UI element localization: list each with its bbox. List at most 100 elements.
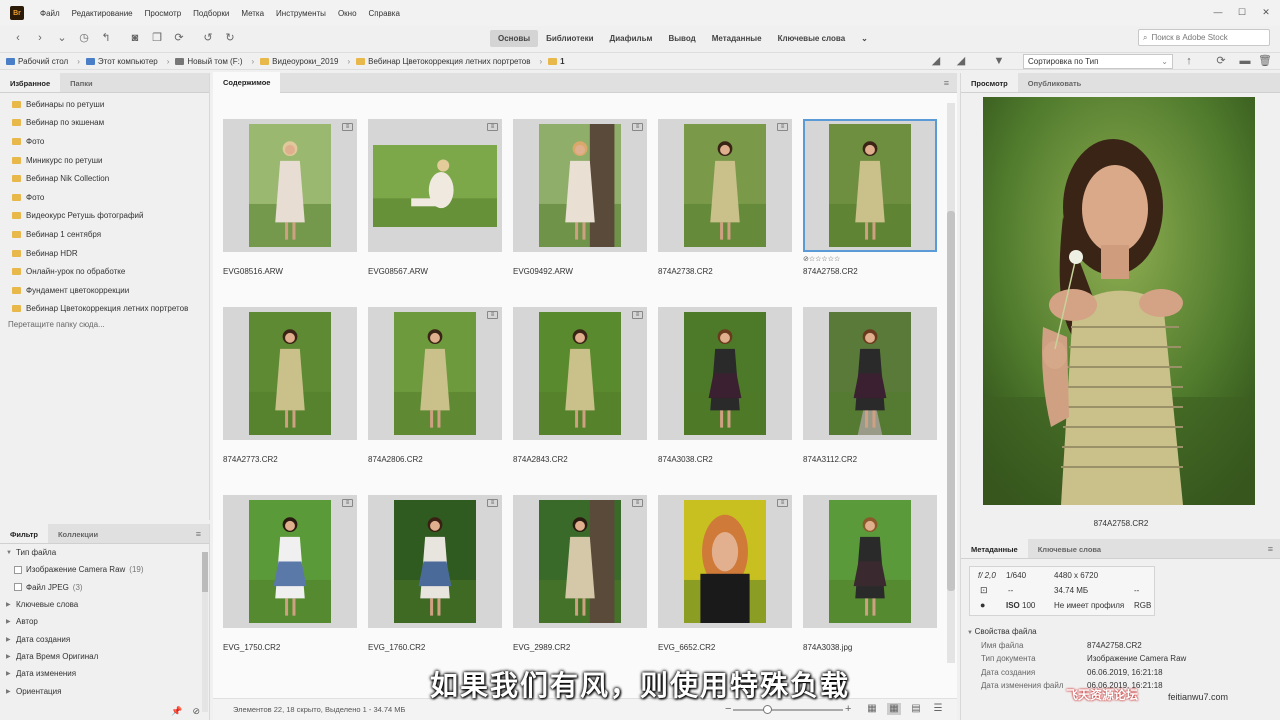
- copy-icon[interactable]: ❐: [149, 30, 165, 46]
- maximize-icon[interactable]: ☐: [1236, 6, 1248, 18]
- panel-menu-icon[interactable]: ≡: [1268, 544, 1273, 554]
- return-icon[interactable]: ↰: [98, 30, 114, 46]
- camera-icon[interactable]: ◙: [127, 30, 143, 46]
- sort-dropdown[interactable]: Сортировка по Тип ⌄: [1023, 54, 1173, 69]
- crumb-drive[interactable]: Новый том (F:) ›: [175, 57, 254, 66]
- rotate-left-icon[interactable]: ↺: [200, 30, 216, 46]
- thumbnail[interactable]: ≡: [513, 495, 647, 628]
- filter-icon[interactable]: ▼: [991, 53, 1007, 69]
- tab-publish[interactable]: Опубликовать: [1018, 73, 1092, 92]
- thumbnail[interactable]: ≡: [368, 119, 502, 252]
- menu-view[interactable]: Просмотр: [145, 9, 182, 18]
- crumb-folder-videos[interactable]: Видеоуроки_2019 ›: [260, 57, 350, 66]
- workspace-filmstrip[interactable]: Диафильм: [602, 30, 661, 47]
- tab-collections[interactable]: Коллекции: [48, 524, 108, 543]
- forward-icon[interactable]: ›: [32, 30, 48, 46]
- grid-lock-icon[interactable]: ▦: [865, 703, 879, 715]
- content-scrollbar[interactable]: [947, 103, 955, 663]
- filter-group[interactable]: ▶ Автор: [0, 613, 209, 630]
- favorite-item[interactable]: Онлайн-урок по обработке: [0, 262, 209, 281]
- thumbnail[interactable]: ≡: [658, 119, 792, 252]
- menu-label[interactable]: Метка: [241, 9, 264, 18]
- zoom-slider-knob[interactable]: [763, 705, 772, 714]
- pin-icon[interactable]: 📌: [171, 706, 182, 717]
- tab-preview[interactable]: Просмотр: [961, 73, 1018, 92]
- thumbnail[interactable]: ≡: [368, 495, 502, 628]
- checkbox[interactable]: [14, 583, 22, 592]
- workspace-metadata[interactable]: Метаданные: [704, 30, 770, 47]
- menu-stacks[interactable]: Подборки: [193, 9, 229, 18]
- tab-filter[interactable]: Фильтр: [0, 524, 48, 543]
- preview-image[interactable]: [983, 97, 1255, 505]
- view-thumbnails-icon[interactable]: ▦: [887, 703, 901, 715]
- tab-metadata[interactable]: Метаданные: [961, 539, 1028, 558]
- favorite-item[interactable]: Миникурс по ретуши: [0, 151, 209, 170]
- favorite-item[interactable]: Вебинар HDR: [0, 244, 209, 263]
- view-details-icon[interactable]: ▤: [909, 703, 923, 715]
- open-recent-icon[interactable]: ⟳: [1213, 53, 1229, 69]
- tab-content[interactable]: Содержимое: [213, 72, 281, 93]
- thumbnail[interactable]: ≡: [223, 495, 357, 628]
- filter-item-jpeg[interactable]: Файл JPEG (3): [0, 579, 209, 596]
- workspace-keywords[interactable]: Ключевые слова: [770, 30, 854, 47]
- favorite-item[interactable]: Вебинар Nik Collection: [0, 169, 209, 188]
- menu-file[interactable]: Файл: [40, 9, 60, 18]
- workspace-essentials[interactable]: Основы: [490, 29, 539, 47]
- scroll-thumb[interactable]: [947, 211, 955, 591]
- workspace-libraries[interactable]: Библиотеки: [538, 30, 601, 47]
- thumbnail[interactable]: ≡: [513, 119, 647, 252]
- menu-tools[interactable]: Инструменты: [276, 9, 326, 18]
- checkbox[interactable]: [14, 565, 22, 574]
- thumbnail[interactable]: [223, 307, 357, 440]
- delete-icon[interactable]: 🗑: [1257, 53, 1273, 69]
- favorite-item[interactable]: Фундамент цветокоррекции: [0, 281, 209, 300]
- menu-window[interactable]: Окно: [338, 9, 357, 18]
- rating-filter-icon[interactable]: ◢: [928, 53, 944, 69]
- thumbnail[interactable]: ≡: [223, 119, 357, 252]
- back-icon[interactable]: ‹: [10, 30, 26, 46]
- clear-filter-icon[interactable]: ⊘: [192, 706, 200, 717]
- workspace-more-icon[interactable]: ⌄: [853, 30, 876, 47]
- thumbnail[interactable]: ≡: [658, 495, 792, 628]
- panel-menu-icon[interactable]: ≡: [944, 78, 949, 88]
- crumb-desktop[interactable]: Рабочий стол ›: [6, 57, 80, 66]
- favorite-item[interactable]: Вебинары по ретуши: [0, 95, 209, 114]
- favorite-item[interactable]: Вебинар Цветокоррекция летних портретов: [0, 300, 209, 319]
- zoom-in-icon[interactable]: +: [845, 703, 851, 715]
- stock-search-input[interactable]: ⌕ Поиск в Adobe Stock: [1138, 29, 1270, 46]
- tab-keywords[interactable]: Ключевые слова: [1028, 539, 1111, 558]
- menu-help[interactable]: Справка: [369, 9, 400, 18]
- filter-group[interactable]: ▶ Ключевые слова: [0, 596, 209, 613]
- close-icon[interactable]: ✕: [1260, 6, 1272, 18]
- crumb-computer[interactable]: Этот компьютер ›: [85, 57, 169, 66]
- filter-item-camera-raw[interactable]: Изображение Camera Raw (19): [0, 561, 209, 578]
- zoom-out-icon[interactable]: −: [725, 703, 731, 715]
- thumbnail[interactable]: ≡: [368, 307, 502, 440]
- quality-filter-icon[interactable]: ◢: [953, 53, 969, 69]
- filter-group[interactable]: ▶ Дата Время Оригинал: [0, 648, 209, 665]
- view-list-icon[interactable]: ☰: [931, 703, 945, 715]
- menu-edit[interactable]: Редактирование: [72, 9, 133, 18]
- favorite-item[interactable]: Фото: [0, 132, 209, 151]
- tab-favorites[interactable]: Избранное: [0, 73, 61, 92]
- recent-icon[interactable]: ◷: [76, 30, 92, 46]
- chevron-down-icon[interactable]: ⌄: [54, 30, 70, 46]
- thumbnail[interactable]: [803, 119, 937, 252]
- zoom-slider[interactable]: [733, 705, 843, 714]
- rotate-right-icon[interactable]: ↻: [222, 30, 238, 46]
- panel-menu-icon[interactable]: ≡: [196, 529, 201, 539]
- refine-icon[interactable]: ⟳: [171, 30, 187, 46]
- favorite-item[interactable]: Фото: [0, 188, 209, 207]
- crumb-folder-webinar[interactable]: Вебинар Цветокоррекция летних портретов ›: [356, 57, 542, 66]
- rating-stars[interactable]: ⊘☆☆☆☆☆: [803, 255, 840, 263]
- tab-folders[interactable]: Папки: [60, 73, 102, 92]
- favorite-item[interactable]: Видеокурс Ретушь фотографий: [0, 207, 209, 226]
- scroll-thumb[interactable]: [202, 552, 208, 592]
- favorite-item[interactable]: Вебинар 1 сентября: [0, 225, 209, 244]
- favorite-item[interactable]: Вебинар по экшенам: [0, 114, 209, 133]
- thumbnail[interactable]: [658, 307, 792, 440]
- minimize-icon[interactable]: —: [1212, 6, 1224, 18]
- workspace-output[interactable]: Вывод: [660, 30, 703, 47]
- thumbnail[interactable]: [803, 307, 937, 440]
- new-folder-icon[interactable]: ▬: [1237, 53, 1253, 69]
